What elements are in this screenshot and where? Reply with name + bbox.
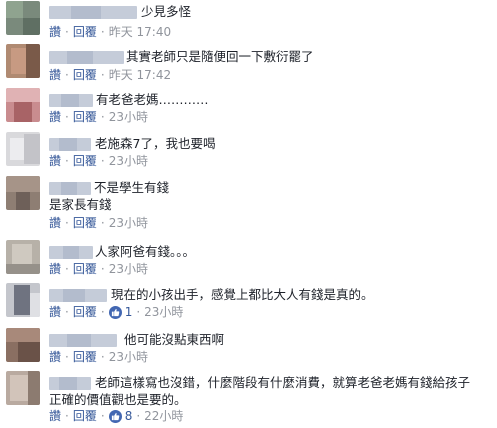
separator-dot: · [65,305,69,319]
separator-dot: · [100,409,105,423]
timestamp[interactable]: 22小時 [144,409,183,424]
separator-dot: · [100,305,105,319]
reply-button[interactable]: 回覆 [73,68,97,83]
separator-dot: · [136,305,141,319]
timestamp[interactable]: 23小時 [109,216,148,231]
separator-dot: · [100,68,105,82]
like-button[interactable]: 讚 [49,216,61,231]
comment-text: 其實老師只是隨便回一下敷衍罷了 [126,49,314,64]
like-reaction-icon[interactable] [108,306,122,319]
commenter-name[interactable] [49,138,91,151]
separator-dot: · [100,154,105,168]
timestamp[interactable]: 23小時 [144,305,183,320]
reply-button[interactable]: 回覆 [73,216,97,231]
like-button[interactable]: 讚 [49,305,61,320]
like-button[interactable]: 讚 [49,154,61,169]
separator-dot: · [65,154,69,168]
separator-dot: · [65,262,69,276]
avatar[interactable] [6,240,40,274]
reply-button[interactable]: 回覆 [73,350,97,365]
commenter-name[interactable] [49,51,124,64]
separator-dot: · [65,110,69,124]
comment-text: 有老爸老媽………… [96,92,209,107]
comment-text: 老施森7了，我也要喝 [95,136,216,151]
separator-dot: · [65,68,69,82]
comment-actions: 讚 · 回覆 · 23小時 [49,154,148,169]
comment-text: 不是學生有錢 [94,180,170,195]
timestamp[interactable]: 昨天 17:40 [109,25,171,40]
comment-actions: 讚 · 回覆 · 昨天 17:42 [49,68,171,83]
separator-dot: · [65,25,69,39]
separator-dot: · [100,25,105,39]
comment-actions: 讚 · 回覆 · 23小時 [49,110,148,125]
comment-actions: 讚 · 回覆 · 23小時 [49,350,148,365]
comment-text-line-2: 是家長有錢 [49,197,112,212]
commenter-name[interactable] [49,334,117,347]
like-reaction-icon[interactable] [108,410,122,423]
separator-dot: · [65,409,69,423]
like-button[interactable]: 讚 [49,350,61,365]
separator-dot: · [100,350,105,364]
separator-dot: · [65,216,69,230]
comment-actions: 讚 · 回覆 · 1 · 23小時 [49,305,183,320]
commenter-name[interactable] [49,246,93,259]
like-button[interactable]: 讚 [49,409,61,424]
separator-dot: · [136,409,141,423]
separator-dot: · [100,110,105,124]
separator-dot: · [65,350,69,364]
reply-button[interactable]: 回覆 [73,305,97,320]
separator-dot: · [100,216,105,230]
commenter-name[interactable] [49,182,91,195]
comment-text: 現在的小孩出手，感覺上都比大人有錢是真的。 [111,287,374,302]
comment-actions: 讚 · 回覆 · 23小時 [49,216,148,231]
timestamp[interactable]: 23小時 [109,154,148,169]
commenter-name[interactable] [49,6,137,19]
avatar[interactable] [6,132,40,166]
comment-actions: 讚 · 回覆 · 昨天 17:40 [49,25,171,40]
commenter-name[interactable] [49,94,93,107]
comment-text: 少見多怪 [141,4,192,19]
avatar[interactable] [6,176,40,210]
reply-button[interactable]: 回覆 [73,154,97,169]
like-button[interactable]: 讚 [49,25,61,40]
reply-button[interactable]: 回覆 [73,262,97,277]
timestamp[interactable]: 昨天 17:42 [109,68,171,83]
avatar[interactable] [6,44,40,78]
comment-text: 人家阿爸有錢。。。 [95,244,196,259]
like-count[interactable]: 1 [125,305,133,320]
reply-button[interactable]: 回覆 [73,409,97,424]
comment-actions: 讚 · 回覆 · 8 · 22小時 [49,409,183,424]
like-button[interactable]: 讚 [49,68,61,83]
commenter-name[interactable] [49,289,107,302]
comment-text: 老師這樣寫也沒錯，什麼階段有什麼消費，就算老爸老媽有錢給孩子正確的價值觀也是要的… [49,375,471,407]
avatar[interactable] [6,328,40,362]
like-button[interactable]: 讚 [49,262,61,277]
comment-text: 他可能沒點東西啊 [124,332,225,347]
avatar[interactable] [6,371,40,405]
timestamp[interactable]: 23小時 [109,262,148,277]
comment-actions: 讚 · 回覆 · 23小時 [49,262,148,277]
avatar[interactable] [6,283,40,317]
avatar[interactable] [6,88,40,122]
timestamp[interactable]: 23小時 [109,110,148,125]
reply-button[interactable]: 回覆 [73,25,97,40]
timestamp[interactable]: 23小時 [109,350,148,365]
like-count[interactable]: 8 [125,409,133,424]
reply-button[interactable]: 回覆 [73,110,97,125]
like-button[interactable]: 讚 [49,110,61,125]
separator-dot: · [100,262,105,276]
avatar[interactable] [6,1,40,35]
